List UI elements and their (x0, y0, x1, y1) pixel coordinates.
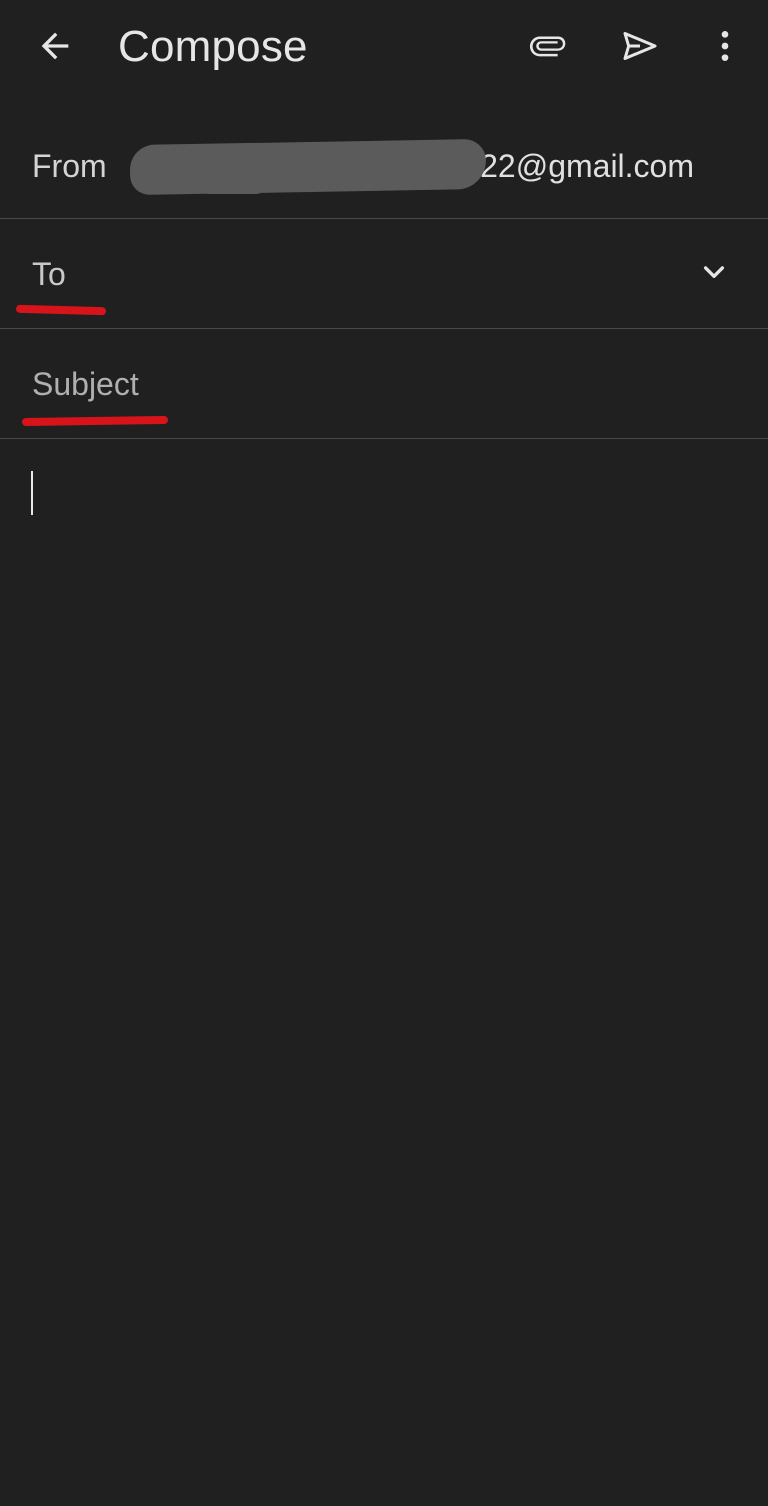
back-button[interactable] (27, 18, 83, 74)
text-cursor (31, 471, 33, 515)
compose-body[interactable] (0, 439, 768, 1506)
page-title: Compose (118, 22, 308, 71)
send-button[interactable] (612, 18, 668, 74)
top-app-bar: Compose (0, 0, 768, 96)
more-options-button[interactable] (697, 18, 753, 74)
more-vertical-icon (721, 31, 729, 61)
expand-recipients-button[interactable] (690, 249, 738, 297)
paperclip-icon (529, 36, 566, 57)
send-icon (623, 32, 657, 60)
arrow-back-icon (41, 32, 69, 60)
to-row[interactable] (0, 219, 768, 329)
redaction-scribble-tail (200, 170, 266, 194)
attach-button[interactable] (520, 18, 576, 74)
chevron-down-icon (703, 266, 725, 278)
subject-field[interactable] (32, 364, 672, 404)
redaction-scribble (129, 138, 487, 196)
from-label: From (32, 148, 107, 184)
to-field[interactable] (32, 254, 672, 294)
